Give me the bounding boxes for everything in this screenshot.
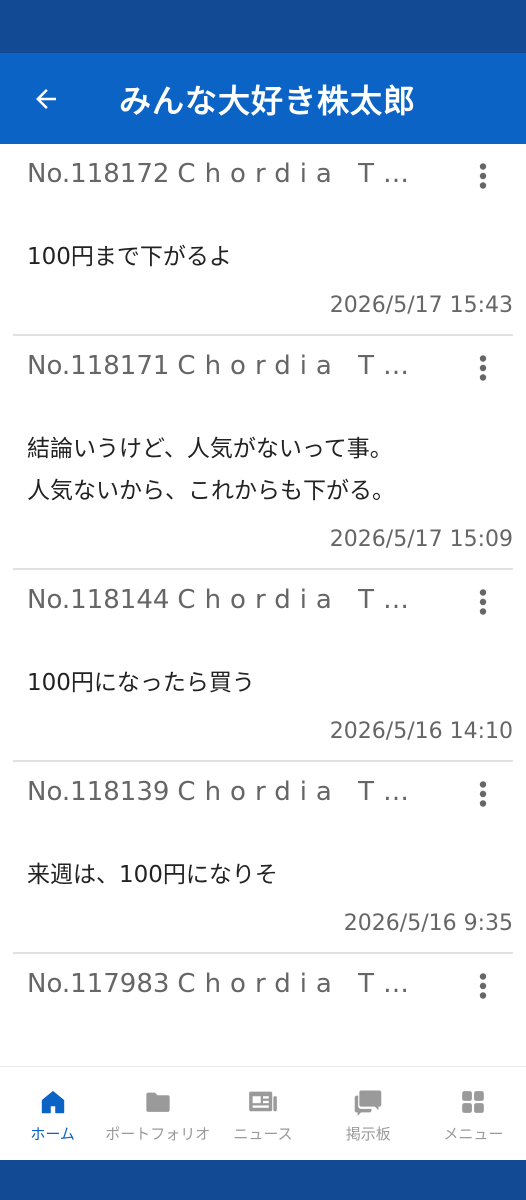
post-timestamp: 2026/5/17 15:09: [329, 527, 513, 552]
post-item[interactable]: No.117983 Chordia T…: [13, 954, 513, 1014]
post-body: 100円まで下がるよ: [13, 204, 513, 278]
home-icon: [41, 1091, 64, 1114]
post-item[interactable]: No.118171 Chordia T… 結論いうけど、人気がないって事。 人気な…: [13, 336, 513, 570]
chat-bubbles-icon: [354, 1090, 382, 1116]
system-navigation-bar: [0, 1160, 526, 1200]
nav-item-portfolio[interactable]: ポートフォリオ: [105, 1067, 210, 1160]
folder-icon: [146, 1092, 170, 1112]
post-header: No.118144 Chordia T…: [13, 570, 513, 630]
post-item[interactable]: No.118172 Chordia T… 100円まで下がるよ 2026/5/17…: [13, 144, 513, 336]
nav-item-home[interactable]: ホーム: [0, 1067, 105, 1160]
bottom-navigation: ホーム ポートフォリオ ニュース 掲示板 メニュー: [0, 1066, 526, 1160]
post-author: Chordia T…: [177, 351, 419, 381]
status-bar: [0, 0, 526, 53]
post-header: No.118139 Chordia T…: [13, 762, 513, 822]
post-text-line: 100円になったら買う: [27, 670, 255, 696]
post-number: No.117983: [27, 969, 170, 999]
nav-item-menu[interactable]: メニュー: [421, 1067, 526, 1160]
arrow-left-icon: [36, 88, 56, 109]
post-number: No.118139: [27, 777, 170, 807]
post-number: No.118172: [27, 159, 170, 189]
more-options-button[interactable]: [463, 966, 503, 1006]
nav-item-news[interactable]: ニュース: [210, 1067, 315, 1160]
post-author: Chordia T…: [177, 777, 419, 807]
post-item[interactable]: No.118144 Chordia T… 100円になったら買う 2026/5/1…: [13, 570, 513, 762]
more-options-button[interactable]: [463, 348, 503, 388]
nav-label: 掲示板: [345, 1125, 391, 1143]
post-text-line: 来週は、100円になりそ: [27, 862, 278, 888]
post-author: Chordia T…: [177, 159, 419, 189]
nav-label: ホーム: [30, 1125, 75, 1143]
newspaper-icon: [249, 1091, 277, 1112]
post-author: Chordia T…: [177, 969, 419, 999]
post-timestamp: 2026/5/16 9:35: [343, 911, 513, 936]
post-header: No.118172 Chordia T…: [13, 144, 513, 204]
more-vertical-icon: [479, 781, 487, 807]
post-item[interactable]: No.118139 Chordia T… 来週は、100円になりそ 2026/5/…: [13, 762, 513, 954]
more-options-button[interactable]: [463, 156, 503, 196]
post-body: 来週は、100円になりそ: [13, 822, 513, 896]
more-options-button[interactable]: [463, 582, 503, 622]
nav-label: メニュー: [443, 1125, 504, 1143]
post-text-line: 人気ないから、これからも下がる。: [27, 478, 395, 504]
post-feed[interactable]: No.118172 Chordia T… 100円まで下がるよ 2026/5/17…: [0, 144, 526, 1066]
post-body: 結論いうけど、人気がないって事。 人気ないから、これからも下がる。: [13, 396, 513, 512]
nav-item-board[interactable]: 掲示板: [316, 1067, 421, 1160]
grid-icon: [462, 1091, 485, 1113]
app-bar: みんな大好き株太郎: [0, 53, 526, 144]
back-button[interactable]: [17, 70, 75, 128]
post-text-line: 100円まで下がるよ: [27, 244, 232, 270]
post-number: No.118171: [27, 351, 170, 381]
post-timestamp: 2026/5/16 14:10: [329, 719, 513, 744]
more-vertical-icon: [479, 589, 487, 615]
post-number: No.118144: [27, 585, 170, 615]
post-header: No.118171 Chordia T…: [13, 336, 513, 396]
post-body: 100円になったら買う: [13, 630, 513, 704]
post-header: No.117983 Chordia T…: [13, 954, 513, 1014]
post-text-line: 結論いうけど、人気がないって事。: [27, 436, 393, 462]
more-vertical-icon: [479, 163, 487, 189]
nav-label: ニュース: [233, 1125, 293, 1143]
more-vertical-icon: [479, 973, 487, 999]
nav-label: ポートフォリオ: [105, 1125, 211, 1143]
page-title: みんな大好き株太郎: [119, 81, 417, 120]
post-author: Chordia T…: [177, 585, 419, 615]
more-options-button[interactable]: [463, 774, 503, 814]
post-timestamp: 2026/5/17 15:43: [329, 293, 513, 318]
more-vertical-icon: [479, 355, 487, 381]
